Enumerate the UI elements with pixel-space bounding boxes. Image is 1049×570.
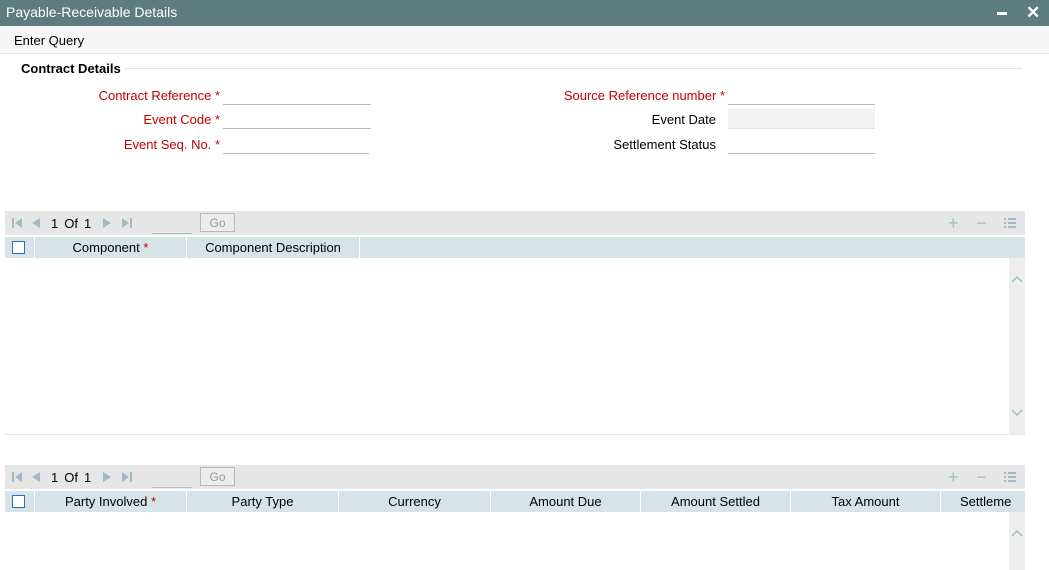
first-page-icon[interactable] bbox=[11, 217, 23, 229]
event-code-input[interactable] bbox=[223, 108, 371, 129]
plus-icon[interactable]: + bbox=[948, 467, 959, 487]
minus-icon[interactable]: − bbox=[976, 467, 987, 487]
next-page-icon[interactable] bbox=[101, 217, 113, 229]
column-header-component-description[interactable]: Component Description bbox=[187, 237, 360, 258]
component-grid-scrollbar[interactable] bbox=[1009, 258, 1025, 434]
go-button[interactable]: Go bbox=[200, 467, 235, 486]
select-all-checkbox[interactable] bbox=[12, 241, 25, 254]
page-indicator: 1 Of 1 bbox=[51, 470, 92, 485]
window-title: Payable-Receivable Details bbox=[6, 4, 178, 20]
scroll-down-icon[interactable] bbox=[1009, 404, 1025, 420]
enter-query-menu-item[interactable]: Enter Query bbox=[14, 33, 84, 48]
contract-reference-input[interactable] bbox=[223, 84, 371, 105]
party-grid-header: Party Involved * Party Type Currency Amo… bbox=[5, 491, 1025, 512]
event-date-field bbox=[728, 108, 875, 129]
event-date-label: Event Date bbox=[651, 112, 716, 127]
page-number-input[interactable] bbox=[152, 468, 192, 488]
minimize-icon[interactable] bbox=[997, 12, 1007, 15]
column-header-component[interactable]: Component * bbox=[35, 237, 187, 258]
column-header-party-involved[interactable]: Party Involved * bbox=[35, 491, 187, 512]
page-number-input[interactable] bbox=[152, 214, 192, 234]
grid-bottom-divider bbox=[5, 434, 1025, 435]
source-reference-number-label: Source Reference number * bbox=[563, 88, 725, 103]
next-page-icon[interactable] bbox=[101, 471, 113, 483]
select-all-checkbox[interactable] bbox=[12, 495, 25, 508]
last-page-icon[interactable] bbox=[121, 217, 133, 229]
section-divider bbox=[124, 68, 1022, 69]
close-icon[interactable]: ✕ bbox=[1026, 3, 1040, 23]
scroll-up-icon[interactable] bbox=[1009, 526, 1025, 542]
scroll-up-icon[interactable] bbox=[1009, 272, 1025, 288]
party-grid-body bbox=[5, 512, 1009, 570]
contract-details-title: Contract Details bbox=[21, 61, 121, 76]
plus-icon[interactable]: + bbox=[948, 213, 959, 233]
page-indicator: 1 Of 1 bbox=[51, 216, 92, 231]
event-seq-no-input[interactable] bbox=[223, 133, 369, 154]
first-page-icon[interactable] bbox=[11, 471, 23, 483]
minus-icon[interactable]: − bbox=[976, 213, 987, 233]
window-titlebar: Payable-Receivable Details ✕ bbox=[0, 0, 1049, 26]
settlement-status-label: Settlement Status bbox=[613, 137, 716, 152]
list-view-icon[interactable] bbox=[1003, 470, 1017, 484]
last-page-icon[interactable] bbox=[121, 471, 133, 483]
component-grid-header: Component * Component Description bbox=[5, 237, 1025, 258]
column-header-amount-due[interactable]: Amount Due bbox=[491, 491, 641, 512]
select-all-cell bbox=[5, 237, 35, 258]
event-code-label: Event Code * bbox=[143, 112, 220, 127]
prev-page-icon[interactable] bbox=[30, 471, 42, 483]
menu-bar: Enter Query bbox=[0, 26, 1049, 54]
column-header-party-type[interactable]: Party Type bbox=[187, 491, 339, 512]
component-grid-body bbox=[5, 258, 1009, 434]
settlement-status-input[interactable] bbox=[728, 133, 875, 154]
contract-reference-label: Contract Reference * bbox=[98, 88, 220, 103]
prev-page-icon[interactable] bbox=[30, 217, 42, 229]
source-reference-number-input[interactable] bbox=[728, 84, 875, 105]
event-seq-no-label: Event Seq. No. * bbox=[123, 137, 220, 152]
column-header-tax-amount[interactable]: Tax Amount bbox=[791, 491, 941, 512]
column-header-currency[interactable]: Currency bbox=[339, 491, 491, 512]
party-grid-navbar: 1 Of 1 Go + − bbox=[5, 465, 1025, 489]
party-grid-scrollbar[interactable] bbox=[1009, 512, 1025, 570]
column-header-amount-settled[interactable]: Amount Settled bbox=[641, 491, 791, 512]
select-all-cell bbox=[5, 491, 35, 512]
column-header-settlement[interactable]: Settleme bbox=[941, 491, 1025, 512]
component-grid-navbar: 1 Of 1 Go + − bbox=[5, 211, 1025, 235]
list-view-icon[interactable] bbox=[1003, 216, 1017, 230]
go-button[interactable]: Go bbox=[200, 213, 235, 232]
